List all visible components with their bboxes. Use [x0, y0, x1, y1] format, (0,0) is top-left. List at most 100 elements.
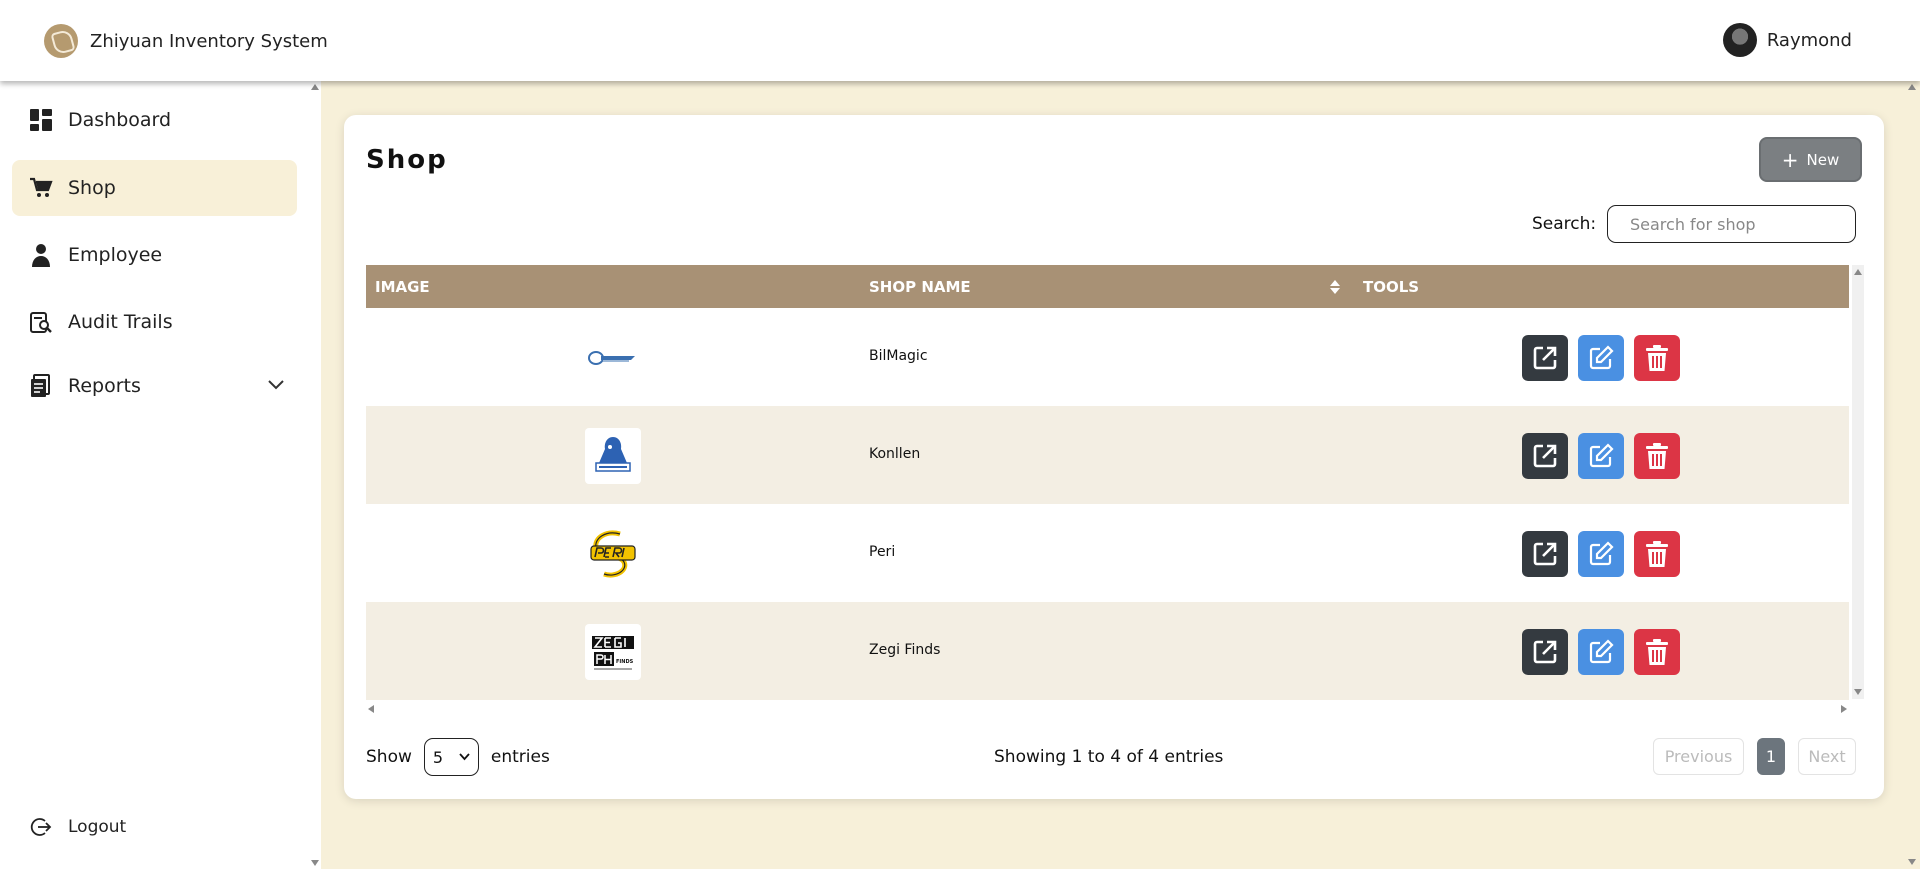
open-shop-button[interactable]	[1522, 531, 1568, 577]
edit-shop-button[interactable]	[1578, 629, 1624, 675]
trash-icon	[1646, 541, 1668, 567]
svg-text:FINDS: FINDS	[616, 659, 634, 665]
edit-shop-button[interactable]	[1578, 531, 1624, 577]
page-scroll-down-icon[interactable]	[1908, 859, 1916, 865]
row-tools	[1522, 335, 1690, 381]
app-logo-icon	[44, 24, 78, 58]
delete-shop-button[interactable]	[1634, 335, 1680, 381]
edit-icon	[1589, 639, 1614, 664]
chevron-down-icon[interactable]	[267, 376, 285, 395]
table-scroll-down-icon[interactable]	[1854, 689, 1862, 695]
new-shop-button[interactable]: + New	[1759, 137, 1862, 182]
sidebar-scroll-down-icon[interactable]	[311, 860, 319, 866]
konllen-logo	[585, 428, 641, 484]
delete-shop-button[interactable]	[1634, 629, 1680, 675]
external-link-icon	[1533, 542, 1557, 566]
sidebar-item-reports[interactable]: Reports	[12, 358, 297, 414]
logout-label: Logout	[68, 817, 127, 837]
table-scroll-right-icon[interactable]	[1841, 705, 1847, 713]
logout-button[interactable]: Logout	[28, 814, 126, 840]
table-row: Konllen	[366, 406, 1849, 504]
peri-logo	[585, 526, 641, 582]
external-link-icon	[1533, 346, 1557, 370]
pagination: Previous 1 Next	[1653, 738, 1856, 775]
page-size-value: 5	[432, 747, 444, 767]
search-input[interactable]	[1607, 205, 1856, 243]
shop-card: Shop + New Search: IMAGE SHOP NAME TOOLS…	[344, 115, 1884, 799]
delete-shop-button[interactable]	[1634, 433, 1680, 479]
shop-name: Peri	[869, 544, 896, 560]
chevron-down-icon	[459, 753, 470, 761]
plus-icon: +	[1781, 147, 1799, 172]
shop-name: BilMagic	[869, 348, 928, 364]
sidebar-item-shop[interactable]: Shop	[12, 160, 297, 216]
table-row: Peri	[366, 504, 1849, 602]
sidebar-scroll-up-icon[interactable]	[311, 84, 319, 90]
table-info: Showing 1 to 4 of 4 entries	[994, 747, 1224, 767]
user-name: Raymond	[1766, 29, 1852, 51]
row-tools	[1522, 531, 1690, 577]
logout-icon	[28, 814, 54, 840]
open-shop-button[interactable]	[1522, 335, 1568, 381]
page-1-button[interactable]: 1	[1757, 738, 1785, 775]
page-size-select[interactable]: 5	[423, 738, 479, 776]
edit-shop-button[interactable]	[1578, 335, 1624, 381]
sidebar-item-audit-trails[interactable]: Audit Trails	[12, 294, 297, 350]
sidebar-item-label: Reports	[68, 375, 141, 397]
shop-name: Zegi Finds	[869, 642, 941, 658]
shop-name: Konllen	[869, 446, 921, 462]
row-tools	[1522, 433, 1690, 479]
entries-label: entries	[490, 747, 550, 767]
table-row: BilMagic	[366, 308, 1849, 406]
user-avatar	[1722, 23, 1757, 57]
sidebar-item-employee[interactable]: Employee	[12, 227, 297, 283]
dashboard-icon	[28, 107, 54, 133]
audit-search-icon	[28, 309, 54, 335]
report-icon	[28, 373, 54, 399]
sidebar: Dashboard Shop Employee Audit Trails Rep…	[0, 81, 321, 869]
sidebar-item-label: Audit Trails	[68, 311, 173, 333]
page-size-control: Show 5 entries	[366, 738, 550, 776]
external-link-icon	[1533, 640, 1557, 664]
person-icon	[28, 242, 54, 268]
page-scroll-up-icon[interactable]	[1908, 84, 1916, 90]
next-page-button[interactable]: Next	[1798, 738, 1856, 775]
edit-icon	[1589, 443, 1614, 468]
brand[interactable]: Zhiyuan Inventory System	[44, 24, 328, 58]
column-header-shop-name[interactable]: SHOP NAME	[869, 278, 971, 296]
sidebar-item-dashboard[interactable]: Dashboard	[12, 92, 297, 148]
zegi-finds-logo: FINDS	[585, 624, 641, 680]
external-link-icon	[1533, 444, 1557, 468]
bilmagic-logo	[585, 330, 641, 386]
trash-icon	[1646, 639, 1668, 665]
user-menu[interactable]: Raymond	[1722, 23, 1852, 57]
page-title: Shop	[366, 145, 448, 175]
search-label: Search:	[1532, 214, 1597, 234]
column-header-tools[interactable]: TOOLS	[1363, 278, 1419, 296]
sidebar-item-label: Employee	[68, 244, 163, 266]
shop-table: IMAGE SHOP NAME TOOLS BilMagic Konllen P…	[366, 265, 1864, 713]
table-scroll-up-icon[interactable]	[1854, 269, 1862, 275]
cart-icon	[28, 175, 54, 201]
new-button-label: New	[1806, 150, 1840, 169]
sort-icon[interactable]	[1329, 279, 1341, 299]
edit-icon	[1589, 345, 1614, 370]
open-shop-button[interactable]	[1522, 629, 1568, 675]
open-shop-button[interactable]	[1522, 433, 1568, 479]
top-bar: Zhiyuan Inventory System Raymond	[0, 0, 1920, 81]
trash-icon	[1646, 345, 1668, 371]
table-vertical-scrollbar[interactable]	[1852, 265, 1864, 699]
row-tools	[1522, 629, 1690, 675]
column-header-image[interactable]: IMAGE	[375, 278, 430, 296]
sidebar-item-label: Shop	[68, 177, 116, 199]
edit-shop-button[interactable]	[1578, 433, 1624, 479]
previous-page-button[interactable]: Previous	[1653, 738, 1744, 775]
table-horizontal-scrollbar[interactable]	[366, 702, 1849, 714]
delete-shop-button[interactable]	[1634, 531, 1680, 577]
show-label: Show	[366, 747, 412, 767]
edit-icon	[1589, 541, 1614, 566]
app-title: Zhiyuan Inventory System	[90, 30, 328, 52]
table-row: FINDS Zegi Finds	[366, 602, 1849, 700]
table-scroll-left-icon[interactable]	[368, 705, 374, 713]
table-header: IMAGE SHOP NAME TOOLS	[366, 265, 1849, 308]
